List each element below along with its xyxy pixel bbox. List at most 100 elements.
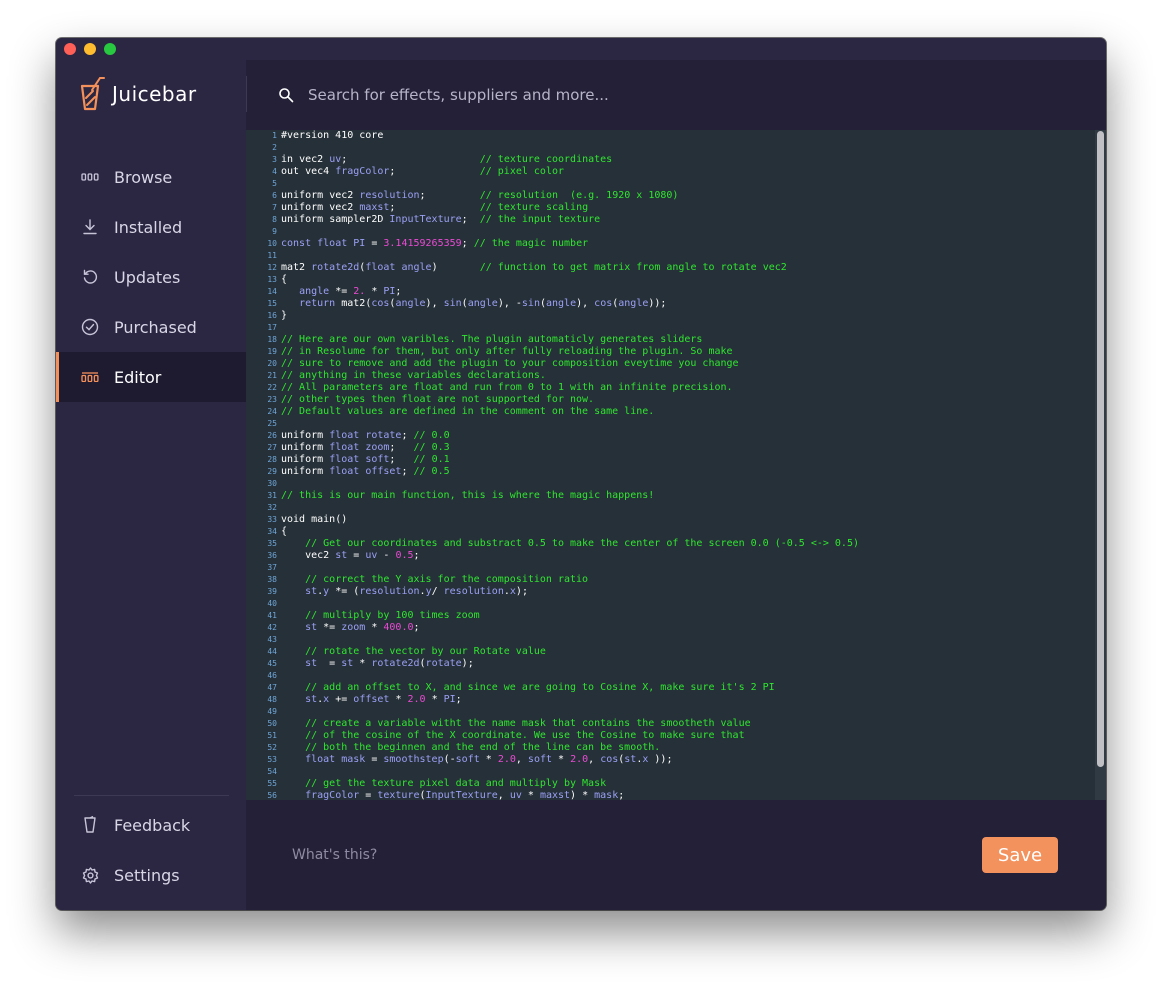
- line-number: 3: [272, 155, 277, 164]
- line-text: in vec2 uv; // texture coordinates: [281, 154, 613, 165]
- sidebar-item-label: Browse: [114, 167, 173, 187]
- code-line: 36 vec2 st = uv - 0.5;: [246, 550, 1086, 562]
- sidebar-item-settings[interactable]: Settings: [56, 850, 246, 900]
- line-number: 56: [267, 791, 277, 800]
- code-line: 31 // this is our main function, this is …: [246, 490, 1086, 502]
- line-text: // this is our main function, this is wh…: [281, 490, 655, 501]
- code-line: 46: [246, 670, 1086, 682]
- line-text: #version 410 core: [281, 130, 384, 141]
- code-line: 47 // add an offset to X, and since we a…: [246, 682, 1086, 694]
- line-number: 40: [267, 599, 277, 608]
- code-line: 35 // Get our coordinates and substract …: [246, 538, 1086, 550]
- feedback-icon: [80, 815, 100, 835]
- line-number: 41: [267, 611, 277, 620]
- line-number: 34: [267, 527, 277, 536]
- code-lines: 1 #version 410 core 2 3 in vec2 uv; // textu…: [246, 130, 1086, 800]
- sidebar-item-installed[interactable]: Installed: [56, 202, 246, 252]
- code-line: 26 uniform float rotate; // 0.0: [246, 430, 1086, 442]
- code-line: 42 st *= zoom * 400.0;: [246, 622, 1086, 634]
- code-line: 30: [246, 478, 1086, 490]
- search-input[interactable]: [306, 85, 670, 105]
- code-line: 32: [246, 502, 1086, 514]
- editor-icon: [80, 367, 100, 387]
- line-number: 24: [267, 407, 277, 416]
- line-number: 26: [267, 431, 277, 440]
- line-number: 36: [267, 551, 277, 560]
- line-number: 8: [272, 215, 277, 224]
- code-line: 21 // anything in these variables declara…: [246, 370, 1086, 382]
- sidebar-item-label: Feedback: [114, 815, 191, 835]
- sidebar-item-purchased[interactable]: Purchased: [56, 302, 246, 352]
- line-number: 50: [267, 719, 277, 728]
- code-line: 41 // multiply by 100 times zoom: [246, 610, 1086, 622]
- sidebar-item-updates[interactable]: Updates: [56, 252, 246, 302]
- code-line: 29 uniform float offset; // 0.5: [246, 466, 1086, 478]
- line-number: 4: [272, 167, 277, 176]
- line-number: 55: [267, 779, 277, 788]
- line-text: // both the beginnen and the end of the …: [305, 742, 661, 753]
- app-logo[interactable]: Juicebar: [76, 74, 197, 114]
- line-text: const float PI = 3.14159265359; // the m…: [281, 238, 589, 249]
- code-line: 14 angle *= 2. * PI;: [246, 286, 1086, 298]
- code-line: 7 uniform vec2 maxst; // texture scaling: [246, 202, 1086, 214]
- sidebar-item-feedback[interactable]: Feedback: [56, 800, 246, 850]
- code-line: 54: [246, 766, 1086, 778]
- code-line: 4 out vec4 fragColor; // pixel color: [246, 166, 1086, 178]
- editor-scrollbar-thumb[interactable]: [1097, 131, 1104, 767]
- help-link[interactable]: What's this?: [292, 847, 377, 863]
- save-button[interactable]: Save: [982, 837, 1058, 873]
- code-line: 8 uniform sampler2D InputTexture; // the …: [246, 214, 1086, 226]
- line-number: 15: [267, 299, 277, 308]
- code-line: 5: [246, 178, 1086, 190]
- line-number: 42: [267, 623, 277, 632]
- code-line: 3 in vec2 uv; // texture coordinates: [246, 154, 1086, 166]
- code-line: 55 // get the texture pixel data and mul…: [246, 778, 1086, 790]
- sidebar-item-editor[interactable]: Editor: [56, 352, 246, 402]
- code-line: 56 fragColor = texture(InputTexture, uv …: [246, 790, 1086, 800]
- line-text: // sure to remove and add the plugin to …: [281, 358, 739, 369]
- code-line: 11: [246, 250, 1086, 262]
- line-text: uniform float soft; // 0.1: [281, 454, 450, 465]
- close-window-button[interactable]: [64, 43, 76, 55]
- sidebar-item-label: Installed: [114, 217, 183, 237]
- line-number: 1: [272, 131, 277, 140]
- code-line: 43: [246, 634, 1086, 646]
- line-number: 37: [267, 563, 277, 572]
- maximize-window-button[interactable]: [104, 43, 116, 55]
- line-number: 10: [267, 239, 277, 248]
- sidebar-item-label: Editor: [114, 367, 162, 387]
- sidebar-item-browse[interactable]: Browse: [56, 152, 246, 202]
- line-number: 19: [267, 347, 277, 356]
- line-number: 27: [267, 443, 277, 452]
- refresh-icon: [80, 267, 100, 287]
- line-text: // add an offset to X, and since we are …: [305, 682, 775, 693]
- line-text: float mask = smoothstep(-soft * 2.0, sof…: [305, 754, 673, 765]
- code-line: 53 float mask = smoothstep(-soft * 2.0, …: [246, 754, 1086, 766]
- line-text: // anything in these variables declarati…: [281, 370, 546, 381]
- line-text: }: [281, 310, 288, 321]
- line-number: 52: [267, 743, 277, 752]
- line-number: 23: [267, 395, 277, 404]
- line-number: 48: [267, 695, 277, 704]
- minimize-window-button[interactable]: [84, 43, 96, 55]
- line-number: 25: [267, 419, 277, 428]
- juice-glass-icon: [80, 77, 105, 111]
- code-line: 50 // create a variable witht the name m…: [246, 718, 1086, 730]
- code-line: 24 // Default values are defined in the c…: [246, 406, 1086, 418]
- editor-footer: What's this? Save: [246, 800, 1106, 910]
- line-number: 2: [272, 143, 277, 152]
- line-number: 16: [267, 311, 277, 320]
- code-line: 34 {: [246, 526, 1086, 538]
- app-window: Juicebar Browse Installed Updates Purcha…: [56, 38, 1106, 910]
- code-line: 38 // correct the Y axis for the composi…: [246, 574, 1086, 586]
- line-text: void main(): [281, 514, 348, 525]
- line-text: // of the cosine of the X coordinate. We…: [305, 730, 745, 741]
- code-editor[interactable]: 1 #version 410 core 2 3 in vec2 uv; // textu…: [246, 130, 1106, 800]
- code-line: 9: [246, 226, 1086, 238]
- line-text: uniform vec2 maxst; // texture scaling: [281, 202, 589, 213]
- code-line: 6 uniform vec2 resolution; // resolution …: [246, 190, 1086, 202]
- code-line: 1 #version 410 core: [246, 130, 1086, 142]
- line-number: 51: [267, 731, 277, 740]
- line-text: // Get our coordinates and substract 0.5…: [305, 538, 859, 549]
- line-text: angle *= 2. * PI;: [299, 286, 402, 297]
